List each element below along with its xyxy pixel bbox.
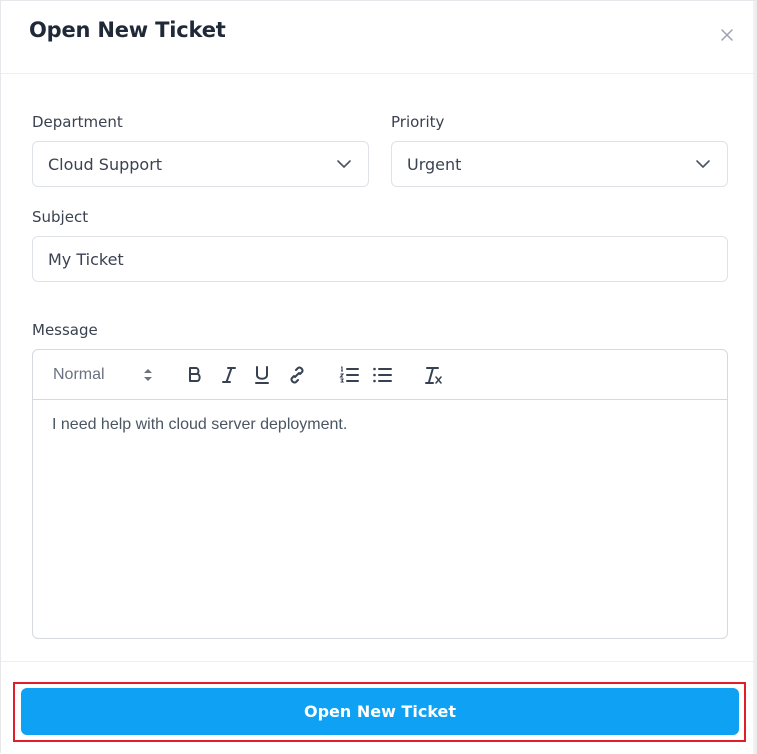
clear-format-icon[interactable] [422, 363, 444, 387]
modal-header: Open New Ticket [1, 1, 757, 74]
subject-value: My Ticket [48, 250, 124, 269]
subject-label: Subject [32, 208, 89, 226]
format-select-value: Normal [53, 366, 105, 383]
underline-icon[interactable] [252, 363, 272, 387]
modal-title: Open New Ticket [29, 18, 226, 42]
link-icon[interactable] [286, 363, 308, 387]
ordered-list-icon[interactable] [338, 363, 360, 387]
message-editor[interactable]: Normal I need help with cloud server dep… [32, 349, 728, 639]
message-content: I need help with cloud server deployment… [52, 416, 348, 433]
bullet-list-icon[interactable] [371, 363, 393, 387]
close-icon[interactable] [715, 23, 739, 47]
chevron-down-icon [336, 156, 352, 172]
priority-value: Urgent [407, 155, 462, 174]
priority-label: Priority [391, 113, 445, 131]
bold-icon[interactable] [185, 363, 205, 387]
updown-icon [143, 368, 153, 387]
department-label: Department [32, 113, 123, 131]
department-value: Cloud Support [48, 155, 163, 174]
editor-toolbar: Normal [33, 350, 727, 400]
highlight-box [13, 682, 746, 742]
subject-input[interactable]: My Ticket [32, 236, 728, 282]
department-select[interactable]: Cloud Support [32, 141, 369, 187]
modal-edge [753, 1, 757, 754]
open-ticket-modal: Open New Ticket Department Cloud Support… [0, 0, 757, 754]
message-label: Message [32, 321, 98, 339]
italic-icon[interactable] [219, 363, 239, 387]
chevron-down-icon [695, 156, 711, 172]
priority-select[interactable]: Urgent [391, 141, 728, 187]
format-select[interactable]: Normal [53, 363, 163, 387]
